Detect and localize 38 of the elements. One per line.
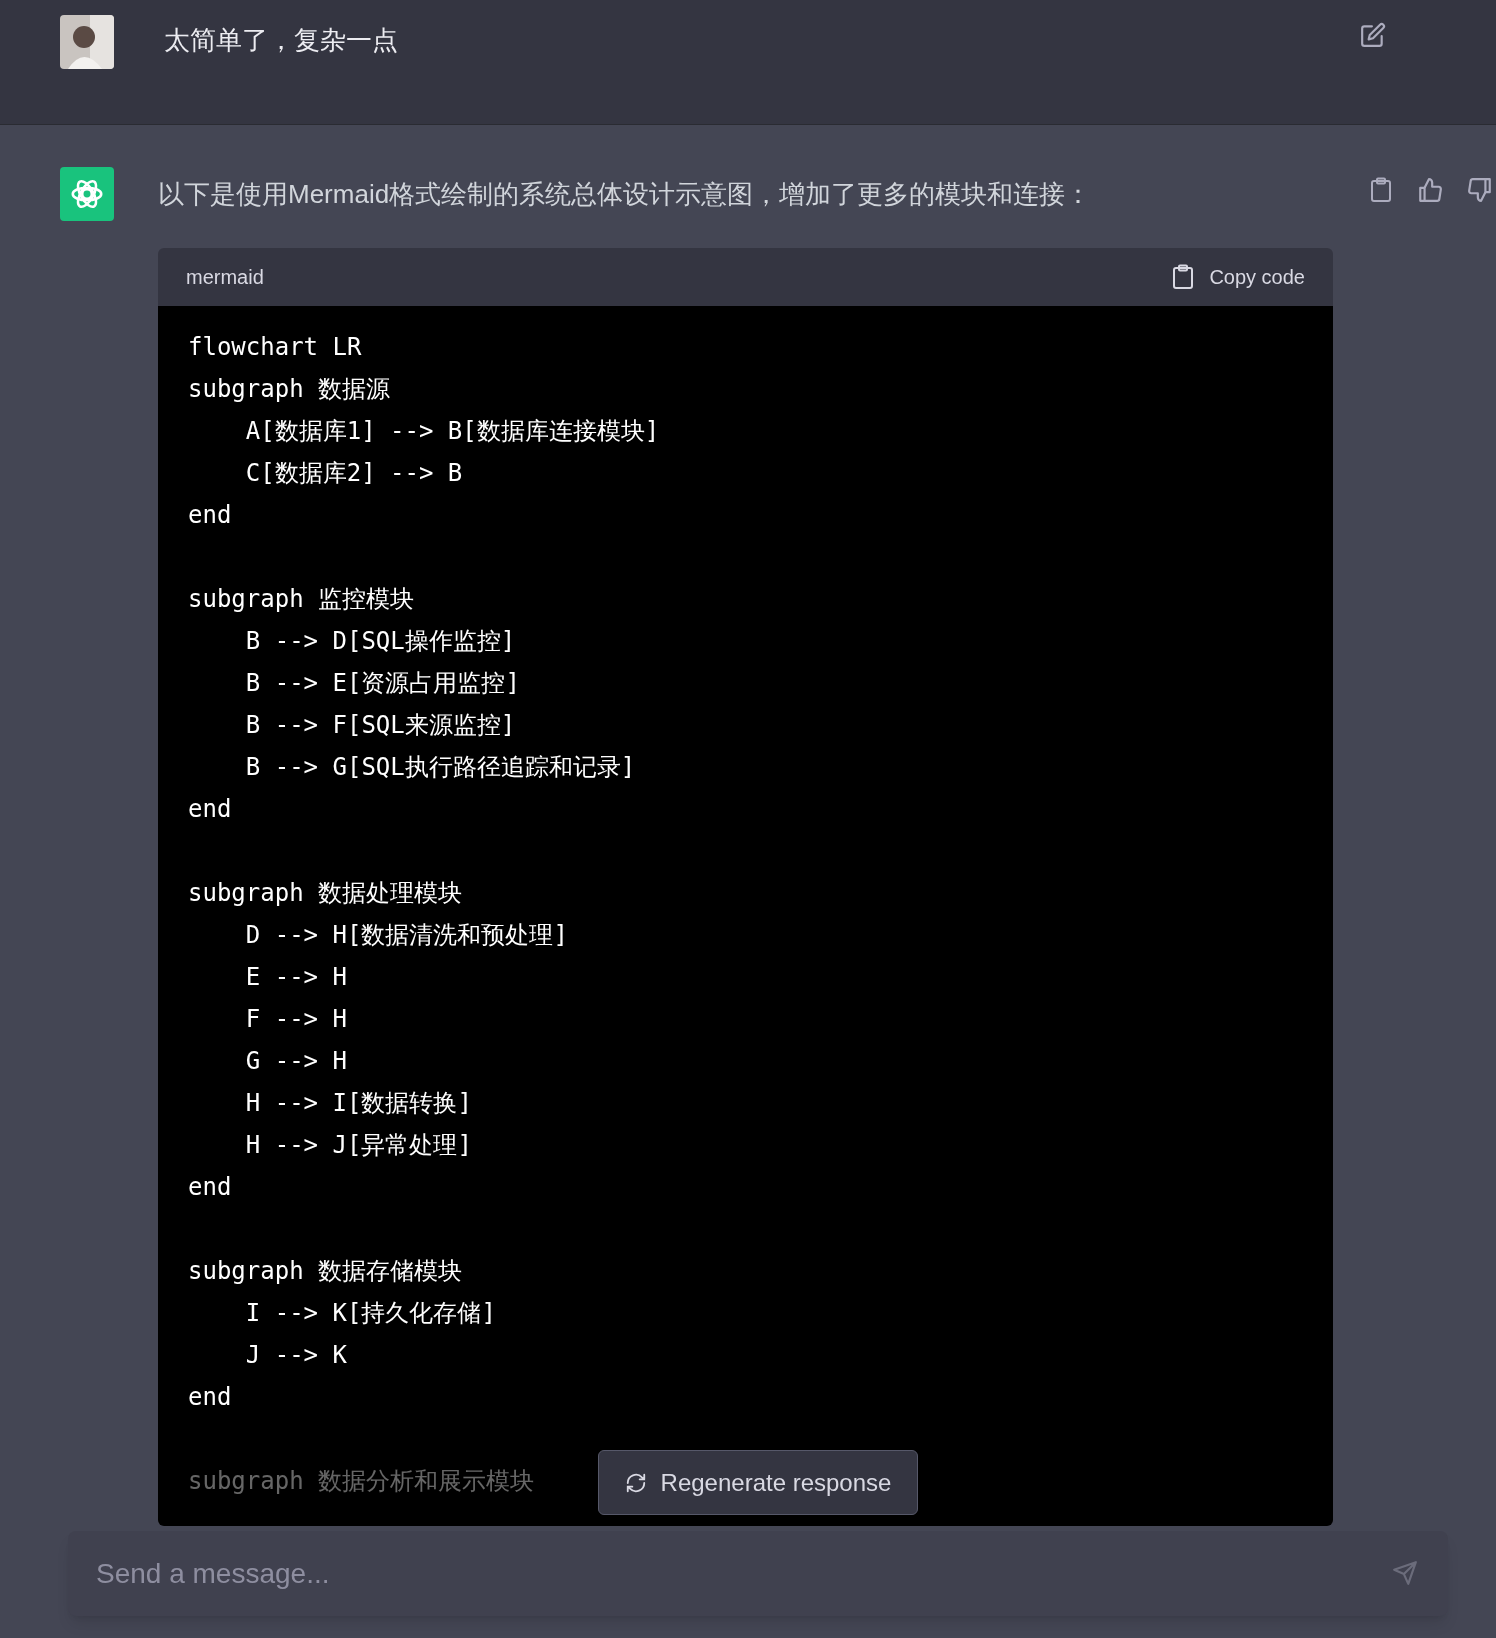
code-line: subgraph 数据处理模块 (188, 878, 463, 909)
message-input[interactable]: Send a message... (68, 1531, 1448, 1616)
user-message: 太简单了，复杂一点 (164, 24, 399, 57)
code-line: subgraph 监控模块 (188, 584, 415, 615)
code-line: end (188, 794, 232, 825)
code-line: end (188, 500, 232, 531)
code-line: subgraph 数据存储模块 (188, 1256, 463, 1287)
code-line: A[数据库1] --> B[数据库连接模块] (244, 416, 660, 447)
code-line: F --> H (244, 1004, 347, 1035)
code-line: end (188, 1382, 232, 1413)
code-language: mermaid (186, 265, 264, 290)
code-line: B --> E[资源占用监控] (244, 668, 520, 699)
thumbs-up-icon[interactable] (1417, 177, 1443, 203)
refresh-icon (624, 1471, 647, 1494)
assistant-logo-icon (60, 167, 114, 221)
code-line: D --> H[数据清洗和预处理] (244, 920, 568, 951)
code-line: I --> K[持久化存储] (244, 1298, 496, 1329)
clipboard-icon[interactable] (1369, 177, 1393, 203)
code-line: B --> G[SQL执行路径追踪和记录] (244, 752, 636, 783)
code-line: J --> K (244, 1340, 347, 1371)
avatar-icon (60, 15, 114, 69)
thumbs-down-icon[interactable] (1467, 177, 1493, 203)
code-line: end (188, 1172, 232, 1203)
code-line: H --> J[异常处理] (244, 1130, 472, 1161)
regenerate-response-button[interactable]: Regenerate response (598, 1450, 918, 1515)
assistant-message: 以下是使用Mermaid格式绘制的系统总体设计示意图，增加了更多的模块和连接： (158, 178, 1093, 211)
code-line: E --> H (244, 962, 347, 993)
code-line: B --> F[SQL来源监控] (244, 710, 516, 741)
code-line: G --> H (244, 1046, 347, 1077)
code-line: H --> I[数据转换] (244, 1088, 472, 1119)
code-line: flowchart LR (188, 332, 362, 363)
clipboard-icon (1171, 264, 1196, 290)
code-line: B --> D[SQL操作监控] (244, 626, 516, 657)
edit-icon[interactable] (1360, 22, 1386, 48)
code-line: C[数据库2] --> B (244, 458, 463, 489)
code-line: subgraph 数据分析和展示模块 (188, 1466, 535, 1497)
copy-code-button[interactable]: Copy code (1171, 262, 1305, 292)
code-line: subgraph 数据源 (188, 374, 391, 405)
